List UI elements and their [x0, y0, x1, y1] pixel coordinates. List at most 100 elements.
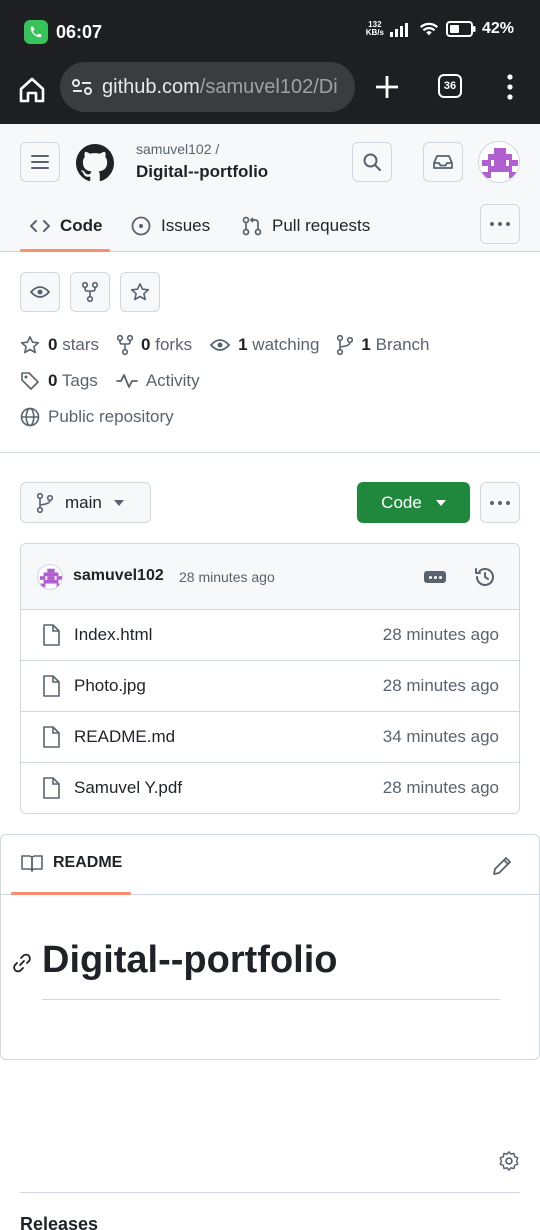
readme-tab-label: README: [53, 854, 123, 871]
watching-link[interactable]: 1 watching: [210, 335, 319, 355]
stars-label: stars: [62, 335, 100, 354]
file-icon: [43, 777, 60, 799]
globe-icon: [20, 407, 40, 427]
clock: 06:07: [56, 22, 103, 42]
file-row[interactable]: Index.html 28 minutes ago: [21, 610, 519, 661]
branches-link[interactable]: 1 Branch: [337, 335, 429, 355]
tags-link[interactable]: 0 Tags: [20, 371, 98, 391]
notifications-button[interactable]: [423, 142, 463, 182]
star-button[interactable]: [120, 272, 160, 312]
repo-name-link[interactable]: Digital--portfolio: [136, 162, 268, 182]
history-icon[interactable]: [473, 565, 497, 589]
more-actions-button[interactable]: [480, 482, 520, 523]
section-divider: [20, 1192, 520, 1193]
file-time: 28 minutes ago: [382, 676, 499, 695]
file-time: 28 minutes ago: [382, 625, 499, 644]
visibility-row: Public repository: [20, 407, 192, 427]
activity-label: Activity: [145, 371, 200, 390]
visibility-label: Public repository: [48, 407, 174, 426]
watching-label: watching: [252, 335, 320, 354]
commit-time: 28 minutes ago: [179, 569, 275, 585]
file-row[interactable]: Photo.jpg 28 minutes ago: [21, 661, 519, 712]
tab-switcher-button[interactable]: 36: [438, 74, 462, 98]
activity-link[interactable]: Activity: [115, 371, 200, 391]
stars-count: 0: [48, 335, 58, 354]
tab-pull-requests[interactable]: Pull requests: [242, 200, 370, 252]
section-divider: [0, 452, 540, 453]
tab-code-label: Code: [60, 216, 103, 235]
pulse-icon: [115, 374, 138, 388]
browser-menu-icon[interactable]: [498, 72, 522, 102]
latest-commit-bar: samuvel102 28 minutes ago: [21, 544, 519, 610]
network-speed-unit: KB/s: [365, 28, 384, 37]
branch-selector[interactable]: main: [20, 482, 151, 523]
tab-issues[interactable]: Issues: [131, 200, 210, 252]
kebab-horizontal-icon: [490, 500, 510, 505]
issue-icon: [131, 216, 151, 236]
kebab-horizontal-icon: [490, 222, 510, 226]
battery-percent: 42%: [481, 20, 514, 37]
stars-link[interactable]: 0 stars: [20, 335, 99, 355]
readme-tab[interactable]: README: [21, 854, 122, 872]
file-name[interactable]: Index.html: [74, 625, 152, 645]
fork-button[interactable]: [70, 272, 110, 312]
gear-icon[interactable]: [498, 1150, 520, 1172]
tab-issues-label: Issues: [161, 216, 211, 235]
forks-count: 0: [141, 335, 151, 354]
commit-message-toggle[interactable]: [424, 571, 446, 583]
file-icon: [43, 726, 60, 748]
repo-stats-row-2: 0 Tags Activity: [20, 371, 218, 391]
address-bar[interactable]: github.com/samuvel102/Di: [60, 62, 355, 112]
file-name[interactable]: README.md: [74, 727, 175, 747]
file-icon: [43, 624, 60, 646]
watching-count: 1: [238, 335, 248, 354]
user-avatar[interactable]: [478, 141, 520, 183]
forks-link[interactable]: 0 forks: [117, 335, 192, 355]
eye-icon: [30, 286, 50, 298]
battery-icon: [445, 21, 476, 37]
branch-icon: [37, 492, 53, 513]
home-icon[interactable]: [16, 74, 48, 106]
branch-label: Branch: [375, 335, 430, 354]
file-row[interactable]: Samuvel Y.pdf 28 minutes ago: [21, 763, 519, 813]
file-time: 28 minutes ago: [382, 778, 499, 797]
file-name[interactable]: Samuvel Y.pdf: [74, 778, 182, 798]
watch-button[interactable]: [20, 272, 60, 312]
forks-label: forks: [155, 335, 193, 354]
hamburger-icon: [31, 155, 49, 169]
star-icon: [130, 283, 150, 301]
hamburger-menu-button[interactable]: [20, 142, 60, 182]
branch-name: main: [65, 492, 102, 512]
github-logo-icon[interactable]: [76, 144, 114, 182]
code-download-button[interactable]: Code: [357, 482, 470, 523]
identicon-icon: [482, 148, 518, 178]
tags-label: Tags: [61, 371, 98, 390]
commit-author-avatar[interactable]: [37, 564, 63, 590]
tab-code[interactable]: Code: [30, 200, 103, 252]
eye-icon: [210, 339, 231, 351]
file-name[interactable]: Photo.jpg: [74, 676, 146, 696]
more-tabs-button[interactable]: [480, 204, 520, 244]
new-tab-icon[interactable]: [372, 72, 402, 102]
file-row[interactable]: README.md 34 minutes ago: [21, 712, 519, 763]
pull-request-icon: [242, 216, 262, 236]
file-list: samuvel102 28 minutes ago Index.html 28 …: [20, 543, 520, 814]
repo-owner-link[interactable]: samuvel102 /: [136, 141, 219, 157]
readme-panel: README Digital--portfolio: [0, 834, 540, 1060]
inbox-icon: [433, 155, 453, 169]
heading-rule: [42, 999, 500, 1000]
link-icon[interactable]: [11, 952, 33, 974]
branch-count: 1: [361, 335, 371, 354]
phone-call-icon[interactable]: [24, 20, 48, 44]
pencil-icon[interactable]: [491, 855, 513, 877]
site-settings-icon[interactable]: [72, 79, 92, 95]
code-button-label: Code: [381, 492, 422, 512]
wifi-icon: [419, 22, 438, 36]
repo-tabs: Code Issues Pull requests: [0, 200, 540, 252]
repo-stats-row: 0 stars 0 forks 1 watching 1 Branch: [20, 335, 447, 355]
active-tab-indicator: [20, 249, 110, 252]
commit-author[interactable]: samuvel102: [73, 567, 164, 585]
releases-heading[interactable]: Releases: [20, 1214, 98, 1230]
search-button[interactable]: [352, 142, 392, 182]
readme-header: README: [1, 835, 539, 895]
